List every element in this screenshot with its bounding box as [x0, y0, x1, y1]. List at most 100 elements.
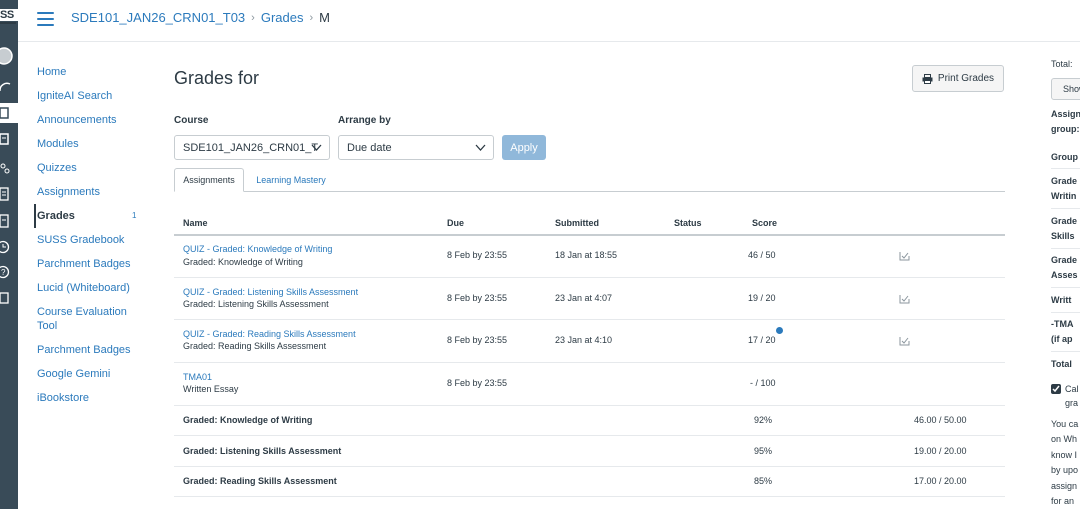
weights-divider — [1051, 287, 1080, 288]
dashboard-icon[interactable] — [0, 77, 18, 97]
weights-group-header: Group — [1051, 152, 1078, 162]
assignment-title-link[interactable]: QUIZ - Graded: Knowledge of Writing — [183, 244, 332, 254]
inbox-icon[interactable] — [0, 184, 18, 204]
course-nav-home[interactable]: Home — [37, 60, 147, 84]
note-line: know I — [1051, 450, 1078, 460]
calculate-checkbox[interactable] — [1051, 384, 1061, 394]
assignment-title-link[interactable]: QUIZ - Graded: Reading Skills Assessment — [183, 329, 356, 339]
note-line: You ca — [1051, 419, 1079, 429]
weight-row-label: Asses — [1051, 270, 1078, 280]
breadcrumb-course[interactable]: SDE101_JAN26_CRN01_T03 — [71, 10, 245, 25]
course-nav-ignite-search[interactable]: IgniteAI Search — [37, 84, 147, 108]
course-nav-grades[interactable]: Grades 1 — [34, 204, 147, 228]
assignment-title-link[interactable]: TMA01 — [183, 372, 212, 382]
course-nav-modules[interactable]: Modules — [37, 132, 147, 156]
course-nav-parchment-badges[interactable]: Parchment Badges — [37, 252, 147, 276]
column-header-name[interactable]: Name — [183, 218, 208, 228]
course-nav-announcements[interactable]: Announcements — [37, 108, 147, 132]
courses-icon[interactable] — [0, 103, 18, 123]
groups-icon[interactable] — [0, 159, 18, 179]
weight-row-label: Writin — [1051, 191, 1077, 201]
book-icon[interactable] — [0, 288, 18, 308]
assignment-group: Graded: Listening Skills Assessment — [183, 299, 329, 309]
history-icon[interactable] — [0, 211, 18, 231]
tab-learning-mastery[interactable]: Learning Mastery — [248, 168, 334, 192]
course-select-value: SDE101_JAN26_CRN01_T — [183, 141, 319, 154]
breadcrumb-separator-icon: › — [251, 11, 255, 24]
weights-divider — [1051, 168, 1080, 169]
course-nav-ibookstore[interactable]: iBookstore — [37, 386, 147, 410]
grade-summary-sidebar: Total: Show Assign group: Group Grade Wr… — [1043, 42, 1080, 509]
print-grades-label: Print Grades — [937, 73, 995, 84]
unread-indicator — [776, 327, 783, 334]
assignment-submitted: 23 Jan at 4:10 — [555, 335, 613, 345]
course-nav-suss-gradebook[interactable]: SUSS Gradebook — [37, 228, 147, 252]
weight-row-label: Grade — [1051, 176, 1078, 186]
column-header-due[interactable]: Due — [447, 218, 464, 228]
assignment-group: Graded: Knowledge of Writing — [183, 257, 303, 267]
row-divider — [174, 435, 1005, 436]
course-select[interactable]: SDE101_JAN26_CRN01_T — [174, 135, 330, 160]
assignment-title-link[interactable]: QUIZ - Graded: Listening Skills Assessme… — [183, 287, 358, 297]
tab-assignments[interactable]: Assignments — [174, 168, 244, 192]
calculate-label: Cal — [1065, 384, 1079, 394]
assignment-score: 19 / 20 — [748, 293, 776, 303]
hamburger-menu-icon[interactable] — [37, 12, 54, 26]
breadcrumb-grades[interactable]: Grades — [261, 10, 304, 25]
grades-tabs: Assignments Learning Mastery — [174, 168, 1005, 192]
row-divider — [174, 362, 1005, 363]
calculate-label-2: gra — [1065, 398, 1079, 408]
checkmark-icon — [1052, 385, 1060, 393]
weight-row-label: (if ap — [1051, 334, 1073, 344]
assignment-group: Graded: Reading Skills Assessment — [183, 341, 327, 351]
group-total-name: Graded: Reading Skills Assessment — [183, 476, 337, 486]
chevron-down-icon — [311, 144, 322, 151]
course-nav: Home IgniteAI Search Announcements Modul… — [34, 60, 147, 410]
weights-divider — [1051, 351, 1080, 352]
course-nav-course-evaluation[interactable]: Course Evaluation Tool — [37, 300, 147, 338]
arrange-select[interactable]: Due date — [338, 135, 494, 160]
course-nav-parchment-badges-2[interactable]: Parchment Badges — [37, 338, 147, 362]
note-line: for an — [1051, 496, 1075, 506]
clock-icon[interactable] — [0, 237, 18, 257]
submission-details-icon[interactable] — [899, 336, 910, 346]
note-line: on Wh — [1051, 434, 1078, 444]
breadcrumb-current: M — [319, 10, 330, 25]
assignment-due: 8 Feb by 23:55 — [447, 378, 508, 388]
row-divider — [174, 405, 1005, 406]
assignment-score: 17 / 20 — [748, 335, 776, 345]
help-icon[interactable]: ? — [0, 262, 18, 282]
print-grades-button[interactable]: Print Grades — [912, 65, 1004, 92]
apply-button[interactable]: Apply — [502, 135, 546, 160]
course-nav-lucid[interactable]: Lucid (Whiteboard) — [37, 276, 147, 300]
submission-details-icon[interactable] — [899, 251, 910, 261]
show-button[interactable]: Show — [1051, 78, 1080, 100]
global-nav: ? — [0, 0, 18, 509]
brand-underline — [0, 22, 16, 24]
group-total-name: Graded: Listening Skills Assessment — [183, 446, 342, 456]
column-header-submitted[interactable]: Submitted — [555, 218, 599, 228]
assignment-submitted: 23 Jan at 4:07 — [555, 293, 613, 303]
column-header-score[interactable]: Score — [752, 218, 777, 228]
row-divider — [174, 319, 1005, 320]
group-total-percent: 85% — [754, 476, 773, 486]
course-nav-assignments[interactable]: Assignments — [37, 180, 147, 204]
weight-row-label: Writt — [1051, 295, 1072, 305]
total-label: Total: — [1051, 59, 1073, 69]
column-header-status[interactable]: Status — [674, 218, 702, 228]
weight-row-label: Grade — [1051, 255, 1078, 265]
calendar-icon[interactable] — [0, 129, 18, 149]
chevron-down-icon — [475, 144, 486, 151]
group-total-points: 46.00 / 50.00 — [914, 415, 967, 425]
account-icon[interactable] — [0, 46, 18, 66]
course-nav-google-gemini[interactable]: Google Gemini — [37, 362, 147, 386]
page-title: Grades for — [174, 68, 260, 88]
note-line: by upo — [1051, 465, 1079, 475]
brand-logo[interactable]: SS — [0, 9, 18, 21]
assignment-due: 8 Feb by 23:55 — [447, 250, 508, 260]
svg-text:?: ? — [1, 268, 6, 277]
course-nav-quizzes[interactable]: Quizzes — [37, 156, 147, 180]
submission-details-icon[interactable] — [899, 294, 910, 304]
weight-row-label: Skills — [1051, 231, 1075, 241]
assignment-due: 8 Feb by 23:55 — [447, 335, 508, 345]
